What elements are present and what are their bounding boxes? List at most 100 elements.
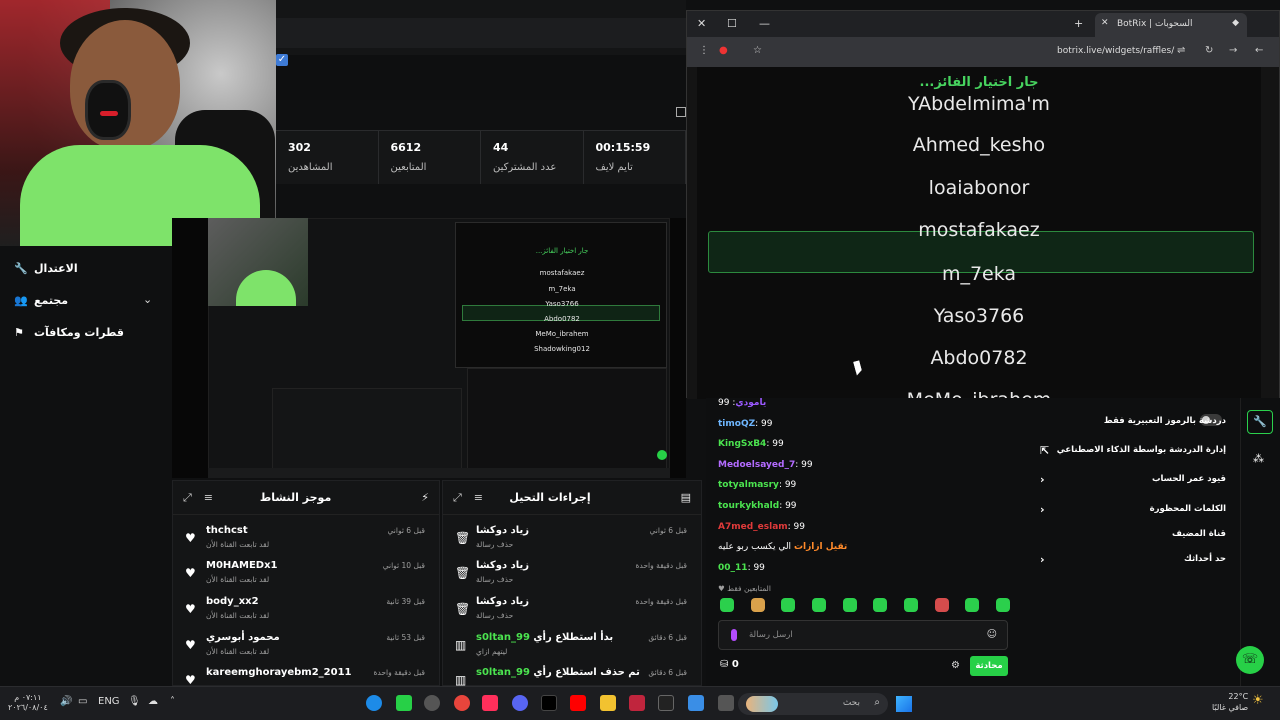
mod-user[interactable]: s0ltan_99 بدأ استطلاع رأي [476,632,613,643]
minimize-icon[interactable]: — [759,17,770,30]
mod-row: 🗑 زياد دوكشا حذف رسالة قبل دقيقة واحدة [443,592,701,628]
adobe-icon[interactable] [629,695,645,711]
language-indicator[interactable]: ENG [98,696,120,707]
close-window-icon[interactable]: ✕ [697,17,706,30]
panel-icons[interactable]: ⤢≡ [453,491,495,505]
activity-user[interactable]: M0HAMEDx1 [206,560,278,571]
mod-row: ▥ s0ltan_99 بدأ استطلاع رأي ليتهم ازاي ق… [443,628,701,664]
setting-banned-words[interactable]: › الكلمات المحظورة [1036,503,1226,516]
panel-icons[interactable]: ⤢≡ [183,491,225,505]
chrome-icon[interactable] [454,695,470,711]
youtube-icon[interactable] [570,695,586,711]
setting-label: دردشة بالرموز التعبيرية فقط [1103,416,1226,426]
activity-user[interactable]: body_xx2 [206,596,259,607]
mic-icon[interactable]: 🎙 [128,696,141,707]
emote-icon[interactable] [873,598,888,612]
gear-icon[interactable]: ⚙ [951,660,960,671]
sidebar-item-moderation[interactable]: 🔧 الاعتدال [14,262,78,275]
chat-user[interactable]: A7med_eslam [718,522,788,532]
setting-ai-moderation[interactable]: ⇱ إدارة الدردشة بواسطة الذكاء الاصطناعي [1036,444,1226,457]
chat-user[interactable]: timoQZ [718,419,755,429]
sidebar-item-drops[interactable]: ⚑ قطرات ومكافآت [14,326,124,339]
chat-user[interactable]: تقيل ازازات [794,542,847,552]
chat-user[interactable]: 00_11 [718,563,748,573]
tab-botrix[interactable]: ✕ BotRix | السحوبات ◆ [1095,13,1247,37]
obs-icon[interactable] [424,695,440,711]
chat-user[interactable]: يامودي [735,398,766,408]
sidebar-item-label: قطرات ومكافآت [34,326,124,339]
extension-icon[interactable]: ● [719,45,728,56]
mod-user[interactable]: زياد دوكشا [476,596,529,607]
emote-icon[interactable] [720,598,734,612]
close-tab-icon[interactable]: ✕ [1101,18,1109,28]
setting-event-limit[interactable]: › حد أحداثك [1036,553,1226,566]
sidebar-item-community[interactable]: 👥 مجتمع [14,294,68,307]
emote-icon[interactable] [903,598,918,612]
emote-icon[interactable] [995,598,1010,612]
mod-user[interactable]: زياد دوكشا [476,525,529,536]
edge-icon[interactable] [366,695,382,711]
mod-user[interactable]: s0ltan_99 تم حذف استطلاع رأي [476,667,640,678]
mod-username[interactable]: s0ltan_99 [476,632,530,643]
epic-games-icon[interactable] [658,695,674,711]
chat-text: : 99 [795,460,813,470]
emoji-icon[interactable]: ☺ [987,629,997,640]
task-view-icon[interactable] [718,695,734,711]
clock[interactable]: ٠٧:١١ م ٢٠٢٦/٠٨/٠٤ [8,693,48,713]
chat-text: الي يكسب ربو عليه [718,542,792,552]
tiktok-studio-icon[interactable] [482,695,498,711]
chat-text: : 99 [747,563,765,573]
stat-value: 6612 [390,141,422,154]
support-button[interactable]: ☏ [1236,646,1264,674]
cloud-icon[interactable]: ☁ [148,696,158,707]
send-button[interactable]: محادثة [970,656,1008,676]
back-icon[interactable]: → [1229,45,1237,56]
chat-user[interactable]: Medoelsayed_7 [718,460,795,470]
community-icon[interactable]: ⁂ [1253,452,1264,465]
activity-user[interactable]: محمود أبوسري [206,632,280,643]
emote-icon[interactable] [750,598,765,612]
star-icon[interactable]: ☆ [753,45,762,56]
points-counter[interactable]: ⛁ 0 [720,659,739,670]
chat-user[interactable]: KingSxB4 [718,439,766,449]
mod-desc: حذف رسالة [476,611,514,620]
forward-icon[interactable]: ← [1255,45,1263,56]
setting-emote-only[interactable]: دردشة بالرموز التعبيرية فقط [1036,416,1226,426]
expand-icon[interactable] [676,107,686,117]
taskbar-search[interactable]: بحث ⌕ [738,693,888,715]
emote-icon[interactable] [934,598,949,612]
chevron-down-icon[interactable]: ⌄ [143,293,152,306]
site-settings-icon[interactable]: ⇌ [1177,45,1185,56]
emote-icon[interactable] [842,598,857,612]
tiktok-icon[interactable] [541,695,557,711]
store-icon[interactable] [688,695,704,711]
monitor-icon[interactable]: ▭ [78,696,87,707]
emote-icon[interactable] [781,598,796,612]
new-tab-icon[interactable]: + [1074,17,1083,30]
chat-user[interactable]: tourkykhald [718,501,779,511]
setting-account-age[interactable]: › قيود عمر الحساب [1036,473,1226,486]
activity-user[interactable]: kareemghorayebm2_2011 [206,667,352,678]
folder-icon[interactable] [600,695,616,711]
mod-username[interactable]: s0ltan_99 [476,667,530,678]
mod-desc: حذف رسالة [476,540,514,549]
chevron-up-icon[interactable]: ˄ [170,696,175,707]
weather-widget[interactable]: 22°C صافي غالبًا [1212,691,1248,713]
wrench-icon[interactable]: 🔧 [1247,410,1273,434]
emote-icon[interactable] [811,598,826,612]
discord-icon[interactable] [512,695,528,711]
menu-dots-icon[interactable]: ⋮ [699,45,709,56]
setting-host-channel[interactable]: قناة المضيف [1036,529,1226,539]
activity-user[interactable]: thchcst [206,525,248,536]
windows-start-icon[interactable] [896,696,912,712]
url-field[interactable]: botrix.live/widgets/raffles/ [1057,46,1174,56]
mod-user[interactable]: زياد دوكشا [476,560,529,571]
chat-input[interactable]: ارسل رسالة ☺ [718,620,1008,650]
chat-user[interactable]: totyalmasry [718,480,779,490]
speaker-icon[interactable]: 🔊 [60,696,72,707]
kick-icon[interactable] [396,695,412,711]
reload-icon[interactable]: ↻ [1205,45,1213,56]
checkbox[interactable]: ✓ [276,54,288,66]
emote-icon[interactable] [965,598,980,612]
maximize-icon[interactable]: ☐ [727,17,737,30]
